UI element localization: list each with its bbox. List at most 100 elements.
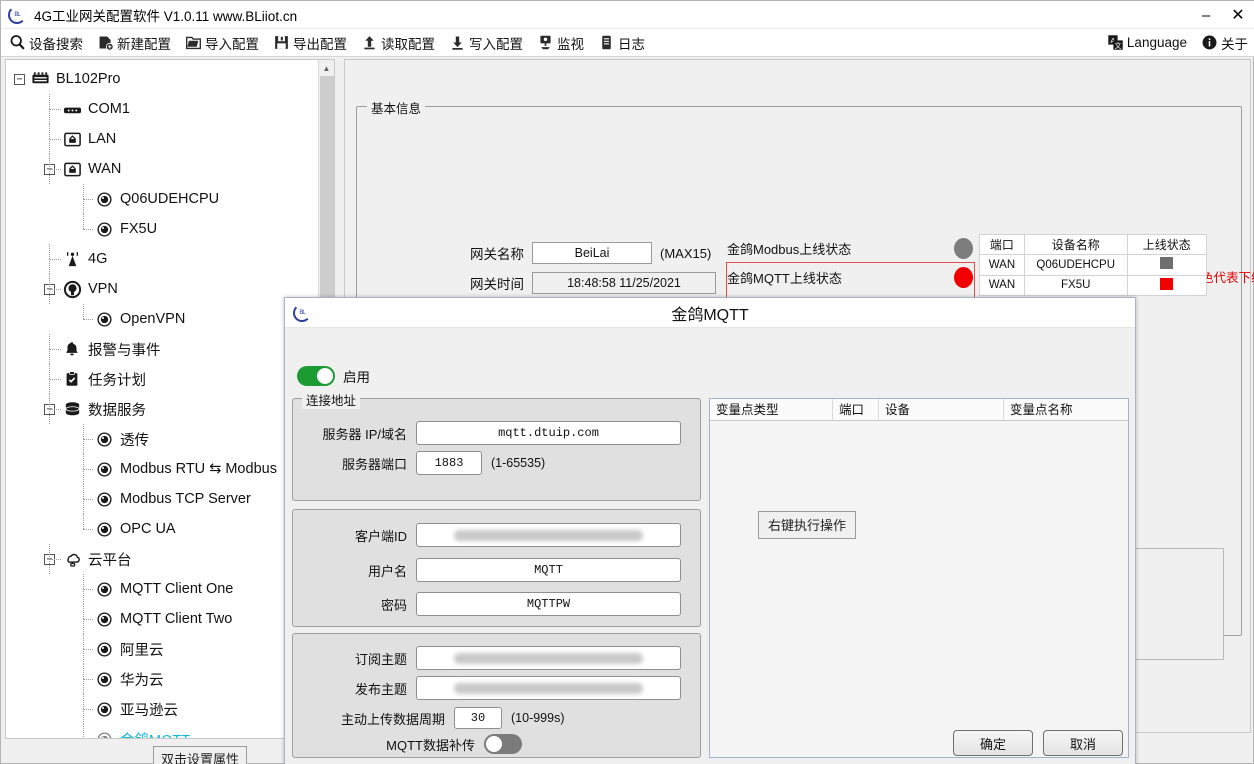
ethernet-icon bbox=[62, 130, 82, 148]
tree-item-q06udehcpu[interactable]: Q06UDEHCPU bbox=[6, 184, 318, 214]
upload-period-row: 主动上传数据周期 30 (10-999s) bbox=[319, 707, 565, 729]
upload-period-range-hint: (10-999s) bbox=[511, 711, 565, 725]
toolbar-write-config[interactable]: 写入配置 bbox=[442, 29, 530, 57]
gateway-time-value: 18:48:58 11/25/2021 bbox=[532, 272, 716, 294]
tree-item-wan[interactable]: − WAN bbox=[6, 154, 318, 184]
device-tree[interactable]: − BL102Pro COM1 LAN − WAN Q06UDEHCPU FX5U 4G − VPN… bbox=[6, 60, 318, 738]
tree-item-label: 亚马逊云 bbox=[120, 702, 178, 719]
search-icon bbox=[10, 35, 25, 50]
tree-item-node[interactable]: 任务计划 bbox=[6, 364, 318, 394]
username-row: 用户名 MQTT bbox=[311, 558, 681, 582]
status-indicator bbox=[1160, 257, 1174, 270]
mqtt-settings-dialog: BL 金鸽MQTT 启用 连接地址 服务器 IP/域名 mqtt.dtuip.c… bbox=[284, 297, 1136, 764]
tree-item-node[interactable]: 华为云 bbox=[6, 664, 318, 694]
property-hint-button[interactable]: 双击设置属性 bbox=[153, 746, 248, 764]
node-icon bbox=[94, 580, 114, 598]
col-status: 上线状态 bbox=[1126, 234, 1208, 255]
tree-item-bl102pro[interactable]: − BL102Pro bbox=[6, 64, 318, 94]
tree-item-node[interactable]: 报警与事件 bbox=[6, 334, 318, 364]
toolbar-export-config[interactable]: 导出配置 bbox=[266, 29, 354, 57]
pub-topic-label: 发布主题 bbox=[354, 681, 407, 697]
points-col-device: 设备 bbox=[879, 398, 1004, 421]
minimize-button[interactable]: – bbox=[1191, 1, 1221, 29]
tree-item-label: OPC UA bbox=[120, 521, 176, 537]
upload-arrow-icon bbox=[364, 36, 375, 50]
language-icon: A 文 bbox=[1108, 35, 1123, 50]
tree-item-label: Q06UDEHCPU bbox=[120, 191, 220, 207]
tree-item-node[interactable]: − 云平台 bbox=[6, 544, 318, 574]
server-input[interactable]: mqtt.dtuip.com bbox=[416, 421, 681, 445]
pub-topic-input[interactable] bbox=[416, 676, 681, 700]
tree-item-modbus-tcp-server[interactable]: Modbus TCP Server bbox=[6, 484, 318, 514]
port-input[interactable]: 1883 bbox=[416, 451, 482, 475]
scroll-up-arrow[interactable]: ▲ bbox=[319, 60, 334, 76]
enable-toggle[interactable] bbox=[297, 366, 335, 386]
tree-item-lan[interactable]: LAN bbox=[6, 124, 318, 154]
toolbar-language[interactable]: A 文 Language bbox=[1099, 29, 1194, 57]
connection-group-title: 连接地址 bbox=[302, 390, 361, 409]
gateway-time-row: 网关时间 18:48:58 11/25/2021 bbox=[470, 272, 716, 294]
gateway-name-input[interactable]: BeiLai bbox=[532, 242, 652, 264]
tree-item-modbus-rtu-modbus[interactable]: Modbus RTU ⇆ Modbus bbox=[6, 454, 318, 484]
resend-row: MQTT数据补传 bbox=[363, 734, 522, 754]
tree-item-4g[interactable]: 4G bbox=[6, 244, 318, 274]
tree-item-node[interactable]: − 数据服务 bbox=[6, 394, 318, 424]
close-button[interactable]: ✕ bbox=[1221, 1, 1254, 29]
cell-status bbox=[1126, 274, 1208, 296]
modbus-status-label: 金鸽Modbus上线状态 bbox=[727, 242, 852, 257]
gateway-name-row: 网关名称 BeiLai (MAX15) bbox=[470, 242, 711, 264]
resend-toggle[interactable] bbox=[484, 734, 522, 754]
password-input[interactable]: MQTTPW bbox=[416, 592, 681, 616]
tree-item-label: 报警与事件 bbox=[88, 342, 161, 359]
tree-item-node[interactable]: 阿里云 bbox=[6, 634, 318, 664]
toolbar-about[interactable]: 关于 bbox=[1194, 29, 1254, 57]
toolbar-label: 关于 bbox=[1221, 36, 1248, 52]
tree-item-mqtt[interactable]: 金鸽MQTT bbox=[6, 724, 318, 738]
client-id-input[interactable] bbox=[416, 523, 681, 547]
cancel-button[interactable]: 取消 bbox=[1043, 730, 1123, 756]
basic-info-title: 基本信息 bbox=[367, 98, 426, 117]
tree-item-label: WAN bbox=[88, 161, 122, 177]
toolbar-label: 监视 bbox=[557, 36, 584, 52]
upload-period-label: 主动上传数据周期 bbox=[340, 711, 445, 727]
toolbar-monitor[interactable]: 监视 bbox=[530, 29, 591, 57]
node-icon bbox=[94, 490, 114, 508]
tree-item-openvpn[interactable]: OpenVPN bbox=[6, 304, 318, 334]
tree-item-fx5u[interactable]: FX5U bbox=[6, 214, 318, 244]
clipboard-icon bbox=[62, 370, 82, 388]
node-icon bbox=[94, 460, 114, 478]
tree-item-mqtt-client-two[interactable]: MQTT Client Two bbox=[6, 604, 318, 634]
node-icon bbox=[94, 520, 114, 538]
tree-item-node[interactable]: 透传 bbox=[6, 424, 318, 454]
toolbar-log[interactable]: 日志 bbox=[591, 29, 652, 57]
toolbar-device-search[interactable]: 设备搜索 bbox=[1, 29, 90, 57]
node-icon bbox=[94, 190, 114, 208]
table-header-row: 端口 设备名称 上线状态 bbox=[979, 234, 1208, 255]
sub-topic-input[interactable] bbox=[416, 646, 681, 670]
modbus-status-led bbox=[954, 238, 973, 259]
tree-item-label: Modbus TCP Server bbox=[120, 491, 251, 507]
table-row[interactable]: WAN FX5U bbox=[979, 274, 1208, 296]
tree-item-vpn[interactable]: − VPN bbox=[6, 274, 318, 304]
toolbar-read-config[interactable]: 读取配置 bbox=[354, 29, 442, 57]
ok-button[interactable]: 确定 bbox=[953, 730, 1033, 756]
node-icon bbox=[94, 700, 114, 718]
toolbar-new-config[interactable]: 新建配置 bbox=[90, 29, 178, 57]
tree-item-label: 华为云 bbox=[120, 672, 164, 689]
modbus-status-row: 金鸽Modbus上线状态 bbox=[727, 238, 973, 259]
table-row[interactable]: WAN Q06UDEHCPU bbox=[979, 254, 1208, 276]
client-id-label: 客户端ID bbox=[354, 528, 407, 544]
tree-item-label: OpenVPN bbox=[120, 311, 186, 327]
tree-item-opc-ua[interactable]: OPC UA bbox=[6, 514, 318, 544]
tree-expander-icon[interactable]: − bbox=[14, 73, 25, 85]
tree-item-node[interactable]: 亚马逊云 bbox=[6, 694, 318, 724]
app-logo-text: BL bbox=[14, 11, 20, 18]
tree-item-com1[interactable]: COM1 bbox=[6, 94, 318, 124]
antenna-icon bbox=[62, 250, 82, 268]
username-input[interactable]: MQTT bbox=[416, 558, 681, 582]
toolbar-import-config[interactable]: 导入配置 bbox=[178, 29, 266, 57]
upload-period-input[interactable]: 30 bbox=[454, 707, 502, 729]
tree-item-mqtt-client-one[interactable]: MQTT Client One bbox=[6, 574, 318, 604]
context-menu-hint[interactable]: 右键执行操作 bbox=[758, 511, 857, 539]
password-label: 密码 bbox=[380, 597, 407, 613]
